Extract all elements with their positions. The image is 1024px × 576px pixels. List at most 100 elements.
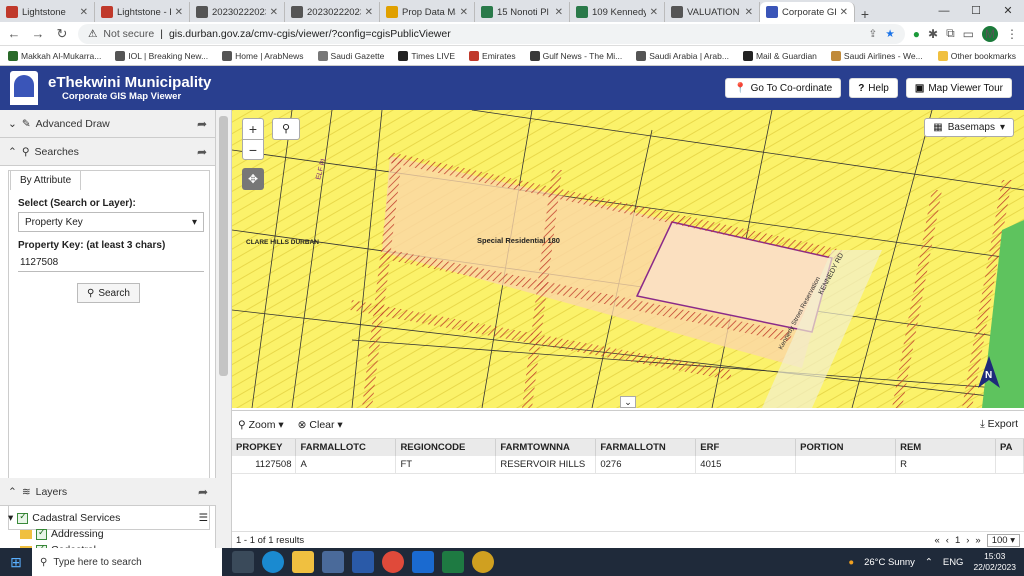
word-icon[interactable] <box>352 551 374 573</box>
page-number[interactable]: 1 <box>955 535 960 546</box>
url-field[interactable]: ⚠ Not secure | gis.durban.gov.za/cmv-cgi… <box>78 23 905 44</box>
prev-page-icon[interactable]: ‹ <box>946 535 949 546</box>
column-header[interactable]: FARMALLOTN <box>595 439 697 456</box>
search-layer-select[interactable]: Property Key ▾ <box>18 212 204 232</box>
menu-icon[interactable]: ☰ <box>199 512 208 524</box>
bookmark-item[interactable]: Makkah Al-Mukarra... <box>8 50 101 61</box>
browser-tab[interactable]: 109 Kennedy R ✕ <box>570 2 665 22</box>
browser-tab[interactable]: Prop Data Ma ✕ <box>380 2 475 22</box>
browser-tab[interactable]: 20230222023 ✕ <box>285 2 380 22</box>
searches-header[interactable]: ⌃ ⚲ Searches ➦ <box>0 138 215 166</box>
advanced-draw-header[interactable]: ⌄ ✎ Advanced Draw ➦ <box>0 110 215 138</box>
magnifier-button[interactable]: ⚲ <box>272 118 300 140</box>
column-header[interactable]: REGIONCODE <box>395 439 497 456</box>
bookmark-item[interactable]: IOL | Breaking New... <box>115 50 208 61</box>
scrollbar-thumb[interactable] <box>219 116 228 376</box>
share-arrow-icon[interactable]: ➦ <box>197 145 207 159</box>
last-page-icon[interactable]: » <box>975 535 980 546</box>
next-page-icon[interactable]: › <box>966 535 969 546</box>
taskbar-search[interactable]: ⚲ Type here to search <box>32 548 222 576</box>
column-header[interactable]: REM <box>895 439 996 456</box>
close-tab-icon[interactable]: ✕ <box>80 7 88 18</box>
column-header[interactable]: FARMALLOTC <box>295 439 397 456</box>
panel-scrollbar[interactable] <box>216 110 232 548</box>
back-icon[interactable]: ← <box>6 26 22 41</box>
page-size-select[interactable]: 100 ▾ <box>986 534 1020 547</box>
share-icon[interactable]: ⇪ <box>869 28 878 40</box>
minimize-icon[interactable]: — <box>928 0 960 22</box>
tray-arrow-icon[interactable]: ⌃ <box>925 557 933 568</box>
browser-tab[interactable]: Lightstone ✕ <box>0 2 95 22</box>
bookmark-item[interactable]: Home | ArabNews <box>222 50 304 61</box>
column-header[interactable]: PORTION <box>795 439 897 456</box>
browser-tab[interactable]: VALUATION R ✕ <box>665 2 760 22</box>
excel-icon[interactable] <box>442 551 464 573</box>
close-tab-icon[interactable]: ✕ <box>745 7 753 18</box>
reload-icon[interactable]: ↻ <box>54 26 70 42</box>
close-tab-icon[interactable]: ✕ <box>175 7 183 18</box>
windows-start-icon[interactable]: ⊞ <box>0 554 32 571</box>
close-tab-icon[interactable]: ✕ <box>460 7 468 18</box>
sidepanel-icon[interactable]: ▭ <box>963 27 974 41</box>
bookmark-item[interactable]: Mail & Guardian <box>742 50 817 61</box>
file-explorer-icon[interactable] <box>292 551 314 573</box>
extension-icon[interactable]: ● <box>913 27 920 41</box>
bookmark-item[interactable]: Times LIVE <box>398 50 455 61</box>
help-button[interactable]: ? Help <box>849 78 898 98</box>
share-arrow-icon[interactable]: ➦ <box>198 485 208 499</box>
new-tab-button[interactable]: + <box>855 6 875 22</box>
export-button[interactable]: ⤓ Export <box>980 418 1018 431</box>
table-row[interactable]: 1127508 A FT RESERVOIR HILLS 0276 4015 R <box>232 456 1024 474</box>
column-header[interactable]: PA <box>995 439 1024 456</box>
map-view[interactable]: Special Residential 180 KENNEDY RD CLARE… <box>232 110 1024 408</box>
chrome-icon[interactable] <box>382 551 404 573</box>
browser-tab[interactable]: 20230222023 ✕ <box>190 2 285 22</box>
task-view-icon[interactable] <box>232 551 254 573</box>
store-icon[interactable] <box>322 551 344 573</box>
collapse-results-button[interactable]: ⌄ <box>620 396 636 408</box>
pan-button[interactable]: ✥ <box>242 168 264 190</box>
bookmark-item[interactable]: Emirates <box>469 50 516 61</box>
layers-header[interactable]: ⌃ ≋ Layers ➦ <box>0 478 216 506</box>
basemaps-button[interactable]: ▦ Basemaps ▾ <box>924 118 1014 137</box>
language-indicator[interactable]: ENG <box>943 557 964 568</box>
property-key-input[interactable]: 1127508 <box>18 254 204 272</box>
column-header[interactable]: FARMTOWNNA <box>495 439 597 456</box>
extension-icon[interactable]: ✱ <box>928 27 938 41</box>
weather-text[interactable]: 26°C Sunny <box>864 557 915 568</box>
browser-tab[interactable]: 15 Nonoti Pl - ✕ <box>475 2 570 22</box>
layer-addressing[interactable]: Addressing <box>8 526 208 542</box>
zoom-out-button[interactable]: − <box>243 139 263 159</box>
close-tab-icon[interactable]: ✕ <box>555 7 563 18</box>
layer-cadastral-services[interactable]: ▾ Cadastral Services ☰ <box>8 510 208 526</box>
layer-checkbox[interactable] <box>36 527 47 540</box>
edge-icon[interactable] <box>262 551 284 573</box>
map-viewer-tour-button[interactable]: ▣ Map Viewer Tour <box>905 78 1012 98</box>
other-bookmarks[interactable]: Other bookmarks <box>937 50 1016 61</box>
bookmark-item[interactable]: Saudi Gazette <box>317 50 384 61</box>
column-header[interactable]: ERF <box>695 439 797 456</box>
profile-avatar[interactable]: M <box>982 25 998 42</box>
share-arrow-icon[interactable]: ➦ <box>197 117 207 131</box>
menu-icon[interactable]: ⋮ <box>1006 27 1018 41</box>
outlook-icon[interactable] <box>412 551 434 573</box>
clear-dropdown[interactable]: ⊗ Clear ▾ <box>298 419 343 431</box>
zoom-in-button[interactable]: + <box>243 119 263 139</box>
bookmark-item[interactable]: Gulf News - The Mi... <box>529 50 622 61</box>
forward-icon[interactable]: → <box>30 26 46 41</box>
tab-by-attribute[interactable]: By Attribute <box>10 170 82 190</box>
browser-tab[interactable]: Corporate GIS ✕ <box>760 2 855 22</box>
star-icon[interactable]: ★ <box>885 28 894 40</box>
zoom-dropdown[interactable]: ⚲ Zoom ▾ <box>238 419 284 431</box>
close-tab-icon[interactable]: ✕ <box>365 7 373 18</box>
puzzle-icon[interactable]: ⧉ <box>946 26 955 41</box>
search-button[interactable]: ⚲ Search <box>77 283 140 303</box>
close-tab-icon[interactable]: ✕ <box>650 7 658 18</box>
layer-checkbox[interactable] <box>17 511 29 524</box>
close-tab-icon[interactable]: ✕ <box>840 7 848 18</box>
chrome-active-icon[interactable] <box>472 551 494 573</box>
close-tab-icon[interactable]: ✕ <box>270 7 278 18</box>
close-window-icon[interactable]: ✕ <box>992 0 1024 22</box>
column-header[interactable]: PROPKEY <box>232 439 297 456</box>
bookmark-item[interactable]: Saudi Airlines - We... <box>830 50 923 61</box>
